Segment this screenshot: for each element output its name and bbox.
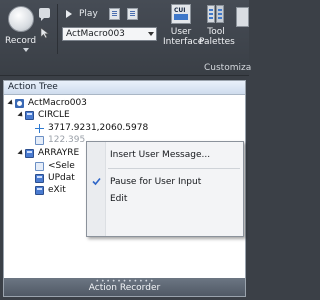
expand-icon[interactable] (17, 149, 25, 157)
cui-icon: CUI (171, 4, 191, 24)
tree-node-label: CIRCLE (38, 110, 70, 120)
menu-item-pause-for-user-input[interactable]: Pause for User Input (87, 175, 243, 189)
record-icon (8, 6, 34, 32)
tool-palettes-label-line1: Tool (207, 27, 225, 37)
menu-item-insert-user-message[interactable]: Insert User Message... (87, 148, 243, 162)
tree-node-label: <Sele (48, 161, 75, 171)
action-recorder-bar[interactable]: • • • • • • • • • • • Action Recorder (4, 278, 245, 296)
tree-node-label: 3717.9231,2060.5978 (48, 123, 149, 133)
preferences-icon[interactable] (109, 8, 120, 20)
partial-ribbon-icon[interactable] (236, 7, 249, 27)
expand-icon[interactable] (17, 111, 25, 119)
tool-palettes-label-line2: Palettes (199, 37, 235, 47)
command-icon (35, 186, 44, 195)
tree-node-point[interactable]: 3717.9231,2060.5978 (35, 123, 175, 134)
menu-separator (108, 168, 240, 169)
tree-node-label: eXit (48, 185, 66, 195)
record-button[interactable]: Record (5, 6, 39, 52)
tree-node-label: ARRAYRE (38, 148, 80, 158)
play-icon (66, 10, 72, 18)
point-icon (35, 124, 44, 133)
action-tree-header: Action Tree (4, 81, 245, 95)
user-interface-button[interactable]: CUI User Interface (163, 4, 204, 47)
menu-item-label: Pause for User Input (110, 177, 202, 187)
menu-item-label: Edit (110, 194, 128, 204)
tree-node-arrayrect[interactable]: ARRAYRE (17, 148, 97, 159)
tool-palettes-icon (206, 4, 226, 24)
insert-message-icon[interactable] (39, 8, 50, 21)
menu-item-label: Insert User Message... (110, 150, 211, 160)
manager-icon[interactable] (127, 8, 138, 20)
tree-node-circle[interactable]: CIRCLE (17, 110, 117, 121)
chevron-down-icon (148, 32, 154, 36)
tool-palettes-button[interactable]: Tool Palettes (199, 4, 235, 47)
expand-icon[interactable] (7, 99, 15, 107)
ribbon: Record Play ActMacro003 CUI User Interfa… (0, 0, 252, 76)
macro-select[interactable]: ActMacro003 (62, 27, 157, 41)
cui-icon-text: CUI (174, 7, 186, 14)
record-dropdown-arrow-icon[interactable] (23, 48, 29, 52)
menu-item-edit[interactable]: Edit (87, 192, 243, 206)
play-label: Play (79, 9, 98, 19)
user-interface-label-line2: Interface (163, 37, 204, 47)
record-label: Record (5, 36, 37, 46)
input-icon (35, 162, 44, 171)
macro-icon (15, 99, 24, 108)
play-button[interactable]: Play (66, 9, 102, 21)
customization-panel-title: Customiza (204, 63, 252, 73)
tree-node-label: UPdat (48, 173, 75, 183)
request-input-icon[interactable] (40, 27, 51, 39)
tree-node-label: 122.395 (48, 135, 86, 145)
user-interface-label-line1: User (170, 27, 192, 37)
command-icon (25, 111, 34, 120)
ribbon-separator (57, 4, 58, 54)
resize-grip-icon[interactable]: • • • • • • • • • • • (95, 279, 153, 285)
context-menu: Insert User Message... Pause for User In… (86, 141, 244, 237)
tree-node-root[interactable]: ActMacro003 (7, 98, 127, 109)
command-icon (35, 174, 44, 183)
value-icon (35, 136, 44, 145)
macro-select-value: ActMacro003 (66, 29, 125, 39)
checkmark-icon (92, 177, 101, 186)
command-icon (25, 149, 34, 158)
tree-node-label: ActMacro003 (28, 98, 87, 108)
